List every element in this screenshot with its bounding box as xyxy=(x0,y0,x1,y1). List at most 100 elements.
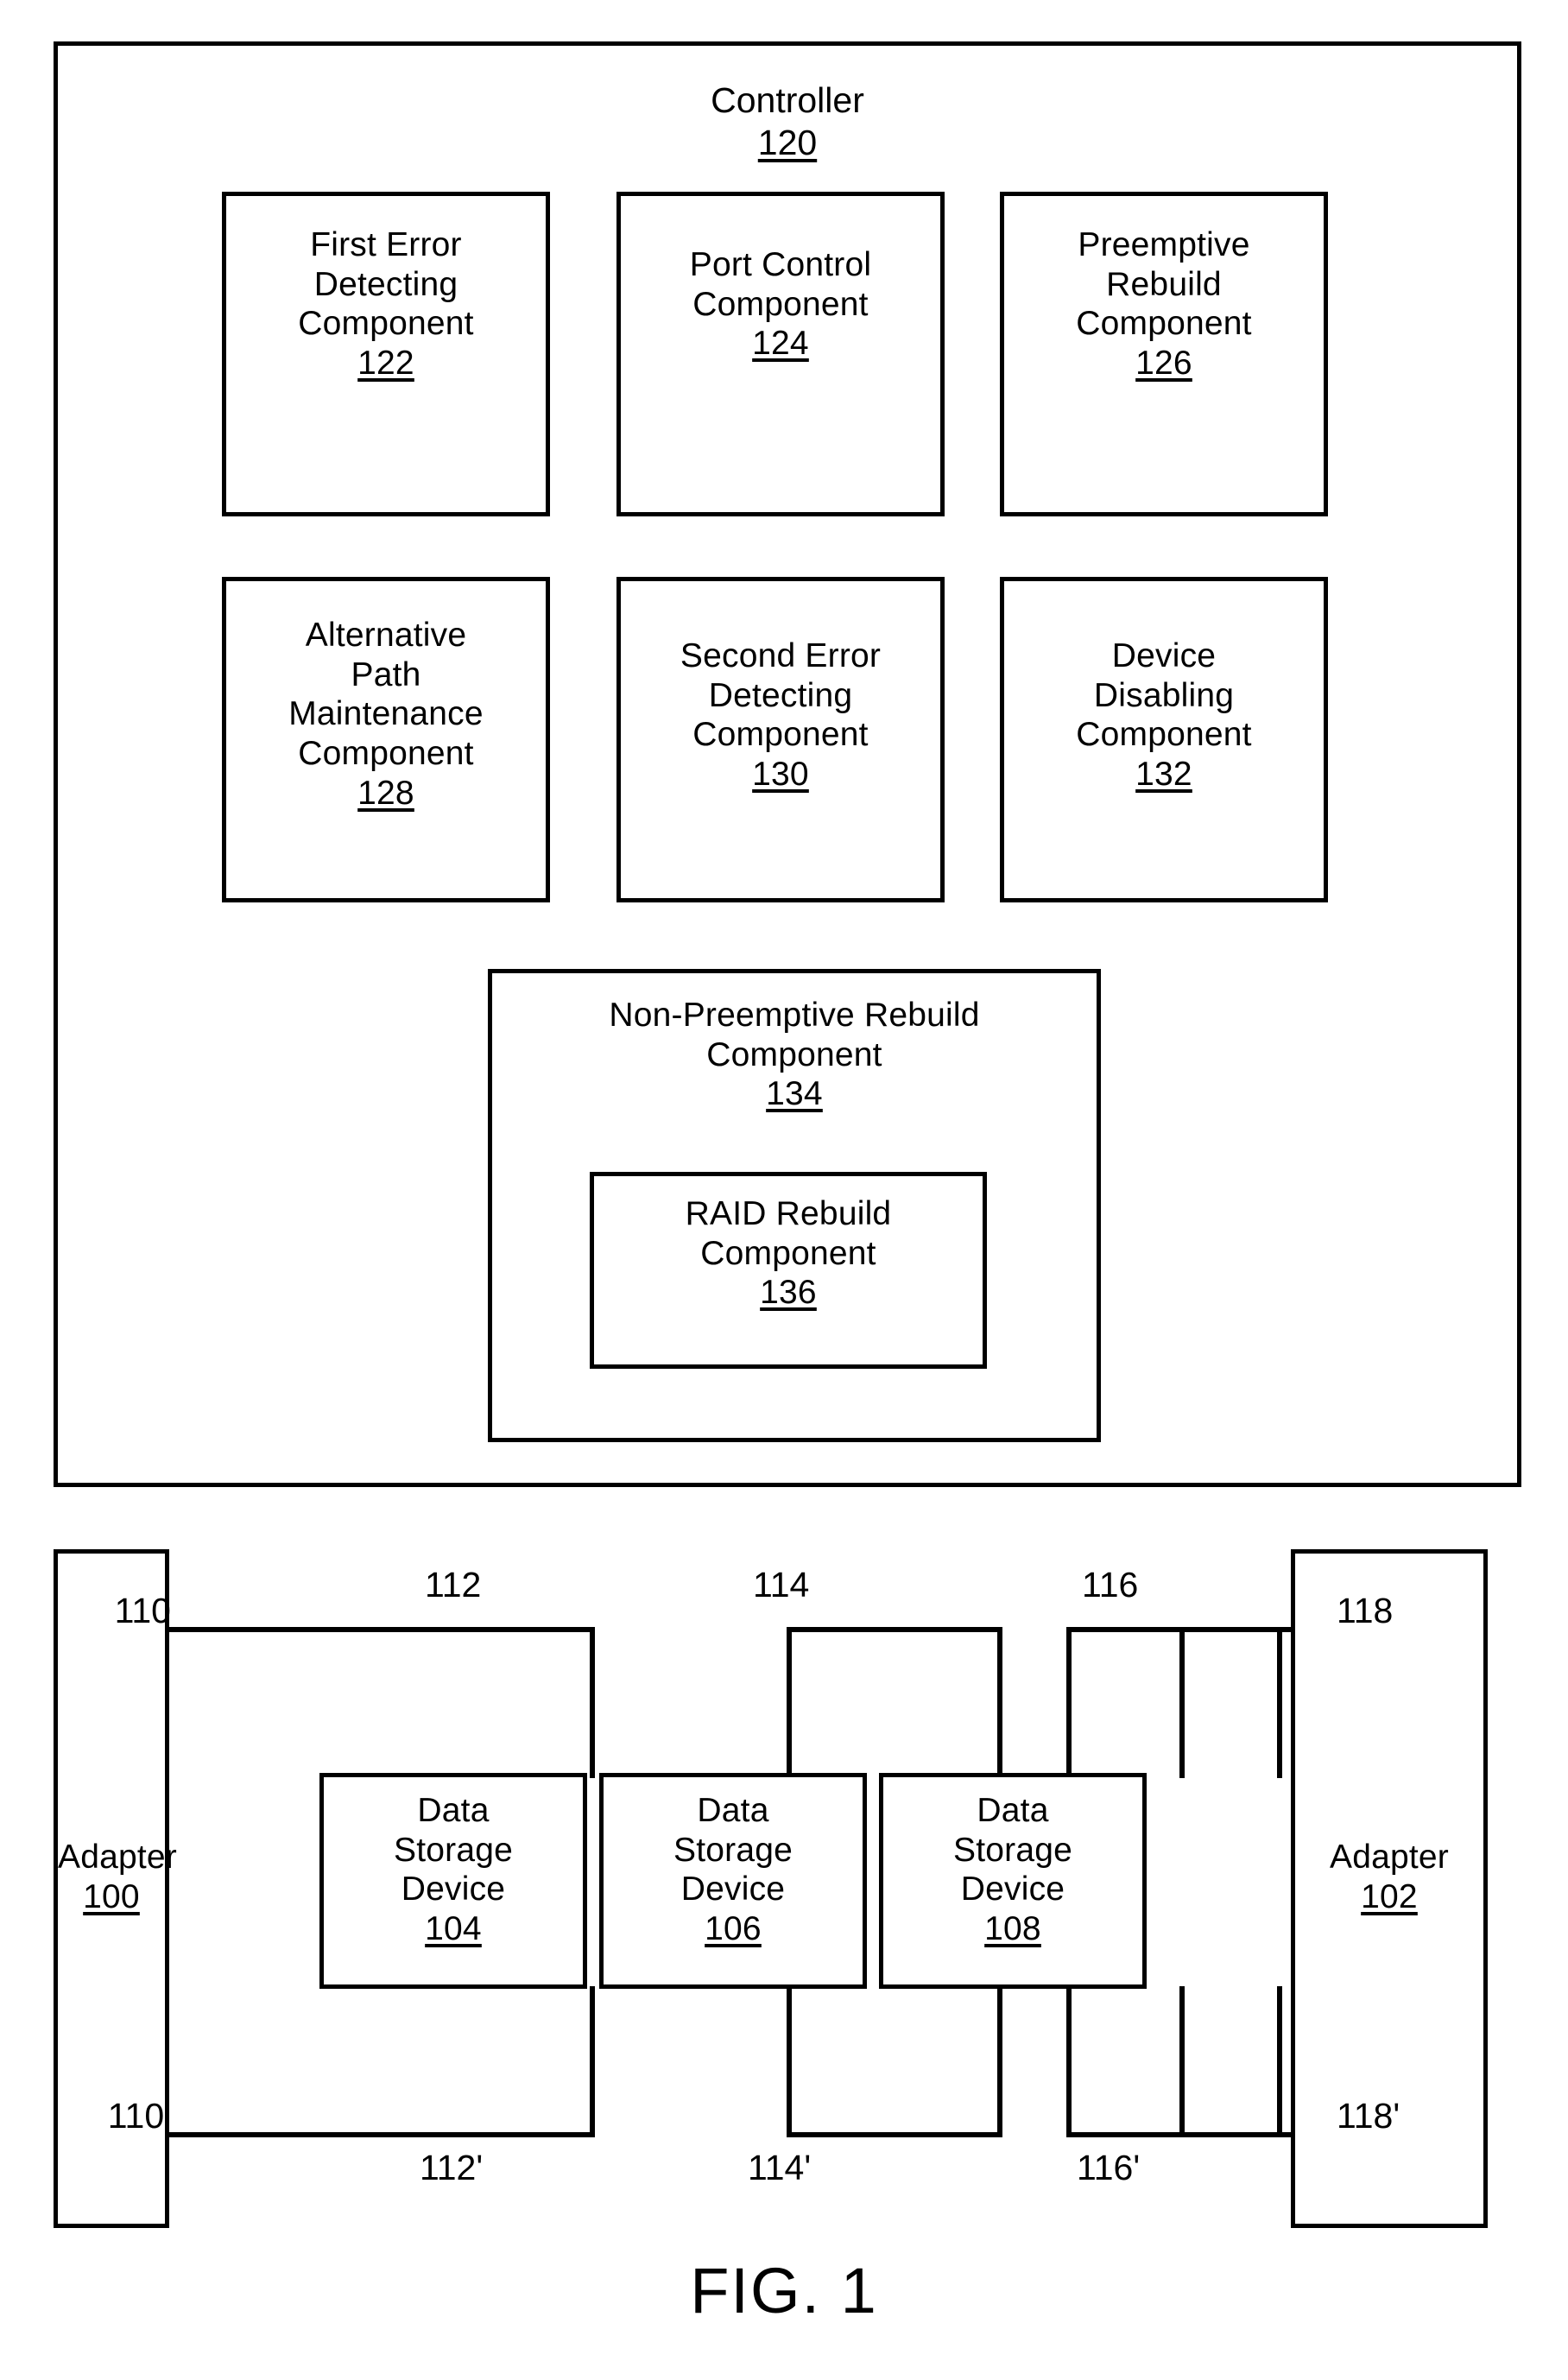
link-112-horizontal xyxy=(787,1627,1002,1632)
link-110p-to-104-horizontal xyxy=(168,2132,595,2137)
link-114-left-vertical xyxy=(1066,1627,1072,1778)
link-112p-left-vertical xyxy=(787,1986,792,2137)
ref-tag-110-prime: 110' xyxy=(107,2096,171,2136)
data-storage-device-108-text: Data Storage Device 108 xyxy=(883,1791,1142,1949)
component-130-line-2: Detecting xyxy=(708,676,853,714)
component-122-line-2: Detecting xyxy=(313,265,458,303)
component-134-line-1: Non-Preemptive Rebuild xyxy=(609,997,980,1034)
figure-caption: FIG. 1 xyxy=(690,2255,878,2326)
component-136-line-2: Component xyxy=(700,1234,876,1272)
controller-title: Controller 120 xyxy=(528,79,1046,164)
ref-tag-112-prime: 112' xyxy=(420,2148,484,2187)
component-130-text: Second Error Detecting Component 130 xyxy=(621,636,940,794)
adapter-100-text: Adapter 100 xyxy=(58,1838,177,1916)
data-storage-device-box-104-outline: Data Storage Device 104 xyxy=(319,1773,587,1989)
controller-title-label: Controller xyxy=(711,80,864,120)
dsd-106-line-1: Data xyxy=(697,1792,769,1829)
component-134-text: Non-Preemptive Rebuild Component 134 xyxy=(492,996,1097,1114)
dsd-108-line-3: Device xyxy=(960,1870,1065,1908)
link-116p-left-vertical xyxy=(1179,1986,1185,2137)
component-122-ref: 122 xyxy=(357,344,414,382)
adapter-100-ref: 100 xyxy=(83,1877,140,1915)
component-128-line-1: Alternative xyxy=(305,617,467,654)
component-128-line-3: Maintenance xyxy=(288,695,484,733)
adapter-102-text: Adapter 102 xyxy=(1295,1838,1483,1916)
dsd-104-line-3: Device xyxy=(401,1870,506,1908)
component-130-line-3: Component xyxy=(692,716,869,754)
component-box-128: Alternative Path Maintenance Component 1… xyxy=(222,577,550,902)
component-126-ref: 126 xyxy=(1135,344,1192,382)
component-126-line-2: Rebuild xyxy=(1106,265,1222,303)
component-box-122: First Error Detecting Component 122 xyxy=(222,192,550,516)
component-134-ref: 134 xyxy=(766,1075,823,1113)
adapter-102-ref: 102 xyxy=(1361,1877,1418,1915)
component-134-line-2: Component xyxy=(706,1035,882,1073)
component-126-text: Preemptive Rebuild Component 126 xyxy=(1004,225,1324,383)
adapter-100-line-1: Adapter xyxy=(58,1839,177,1876)
link-112p-right-vertical xyxy=(997,1986,1002,2137)
link-114p-left-vertical xyxy=(1066,1986,1072,2137)
controller-ref: 120 xyxy=(757,123,818,163)
component-132-line-1: Device xyxy=(1111,637,1217,674)
component-136-ref: 136 xyxy=(760,1274,817,1312)
component-132-line-3: Component xyxy=(1076,716,1252,754)
adapter-102-line-1: Adapter xyxy=(1330,1839,1449,1876)
ref-tag-118-prime: 118' xyxy=(1337,2096,1400,2136)
ref-tag-114-prime: 114' xyxy=(748,2148,812,2187)
dsd-104-line-2: Storage xyxy=(394,1831,513,1869)
component-128-ref: 128 xyxy=(357,774,414,812)
link-112-right-vertical xyxy=(997,1627,1002,1778)
component-box-132: Device Disabling Component 132 xyxy=(1000,577,1328,902)
component-box-134: Non-Preemptive Rebuild Component 134 RAI… xyxy=(488,969,1101,1442)
component-124-line-2: Component xyxy=(692,285,869,323)
component-122-line-1: First Error xyxy=(310,226,462,263)
data-storage-device-box-106: Data Storage Device 106 xyxy=(599,1773,867,1989)
component-124-text: Port Control Component 124 xyxy=(621,245,940,364)
component-130-line-1: Second Error xyxy=(680,637,882,674)
dsd-108-line-2: Storage xyxy=(953,1831,1072,1869)
component-132-ref: 132 xyxy=(1135,755,1192,793)
dsd-106-line-3: Device xyxy=(680,1870,786,1908)
link-110p-to-104-vertical xyxy=(590,1986,595,2137)
component-126-line-1: Preemptive xyxy=(1078,226,1250,263)
link-116-left-vertical xyxy=(1179,1627,1185,1778)
component-box-126: Preemptive Rebuild Component 126 xyxy=(1000,192,1328,516)
patent-figure-1: Controller 120 First Error Detecting Com… xyxy=(0,0,1568,2380)
dsd-104-line-1: Data xyxy=(417,1792,490,1829)
link-114p-right-vertical xyxy=(1277,1986,1282,2137)
component-136-text: RAID Rebuild Component 136 xyxy=(594,1194,983,1313)
dsd-108-ref: 108 xyxy=(984,1909,1041,1947)
component-box-136: RAID Rebuild Component 136 xyxy=(590,1172,987,1369)
ref-tag-110: 110 xyxy=(114,1591,171,1630)
ref-tag-116: 116 xyxy=(1082,1565,1139,1605)
component-124-ref: 124 xyxy=(752,325,809,363)
link-110-to-104-vertical xyxy=(590,1627,595,1778)
component-132-text: Device Disabling Component 132 xyxy=(1004,636,1324,794)
component-132-line-2: Disabling xyxy=(1093,676,1235,714)
ref-tag-116-prime: 116' xyxy=(1077,2148,1141,2187)
data-storage-device-104-text: Data Storage Device 104 xyxy=(324,1791,583,1949)
ref-tag-114: 114 xyxy=(753,1565,810,1605)
component-122-line-3: Component xyxy=(298,305,474,343)
dsd-108-line-1: Data xyxy=(977,1792,1049,1829)
component-126-line-3: Component xyxy=(1076,305,1252,343)
component-130-ref: 130 xyxy=(752,755,809,793)
link-114-right-vertical xyxy=(1277,1627,1282,1778)
component-128-line-2: Path xyxy=(351,655,421,693)
component-136-line-1: RAID Rebuild xyxy=(685,1195,892,1232)
dsd-106-line-2: Storage xyxy=(673,1831,793,1869)
link-110-to-104-horizontal xyxy=(168,1627,595,1632)
component-128-text: Alternative Path Maintenance Component 1… xyxy=(226,616,546,813)
link-112-left-vertical xyxy=(787,1627,792,1778)
data-storage-device-106-text: Data Storage Device 106 xyxy=(604,1791,863,1949)
component-124-line-1: Port Control xyxy=(689,246,872,283)
component-122-text: First Error Detecting Component 122 xyxy=(226,225,546,383)
link-112p-horizontal xyxy=(787,2132,1002,2137)
dsd-104-ref: 104 xyxy=(425,1909,482,1947)
component-128-line-4: Component xyxy=(298,734,474,772)
component-box-124: Port Control Component 124 xyxy=(616,192,945,516)
component-box-130: Second Error Detecting Component 130 xyxy=(616,577,945,902)
ref-tag-118: 118 xyxy=(1337,1591,1394,1630)
data-storage-device-box-108: Data Storage Device 108 xyxy=(879,1773,1147,1989)
dsd-106-ref: 106 xyxy=(705,1909,762,1947)
